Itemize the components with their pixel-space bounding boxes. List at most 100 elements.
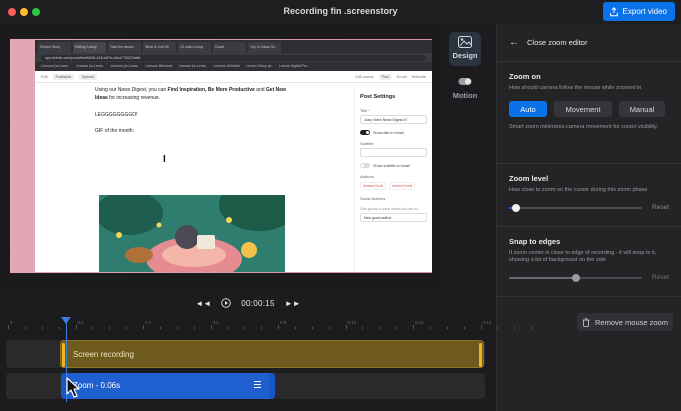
snap-slider[interactable] <box>509 273 643 282</box>
author-chip: Andrew Kozik <box>389 182 416 190</box>
ruler-minor-tick <box>396 327 398 329</box>
ruler-minor-tick <box>446 327 448 329</box>
ruler-tick <box>278 325 279 329</box>
bookmark: Lemon Setup (w.. <box>245 64 274 68</box>
browser-tab: Top 10 Ideas So <box>248 42 281 53</box>
panel-header-title: Close zoom editor <box>527 38 588 47</box>
ruler-minor-tick <box>362 327 364 329</box>
ruler-tick <box>143 325 144 329</box>
export-video-button[interactable]: Export video <box>602 2 675 21</box>
doc-line: GIF of the month: <box>95 128 134 134</box>
ruler-minor-tick <box>531 327 533 329</box>
image-icon <box>458 36 472 48</box>
snap-title: Snap to edges <box>509 237 561 246</box>
show-subtitle-toggle: Show subtitle in email <box>360 163 427 168</box>
ruler-tick <box>480 325 482 329</box>
bookmark: Lemons Behance <box>145 64 173 68</box>
remove-label: Remove mouse zoom <box>595 317 668 327</box>
doc-text: and <box>254 87 266 93</box>
zoom-level-reset[interactable]: Reset <box>652 204 669 211</box>
ruler-tick-label: 0:12 <box>415 320 424 325</box>
zoom-on-desc: How should camera follow the mouse while… <box>509 85 642 91</box>
zoom-level-thumb[interactable] <box>511 203 520 212</box>
zoom-mode-segmented: Auto Movement Manual <box>509 101 669 117</box>
zoom-level-desc: How close to zoom on the cursor during t… <box>509 187 648 193</box>
zoom-on-title: Zoom on <box>509 72 541 81</box>
bookmark: Lemon Digital Pro.. <box>279 64 309 68</box>
ruler-minor-tick <box>109 327 111 329</box>
toggle-icon <box>458 78 472 85</box>
ruler-tick-label: 0:14 <box>482 320 492 325</box>
ruler-minor-tick <box>311 327 313 329</box>
close-zoom-editor-button[interactable]: ← Close zoom editor <box>497 24 681 62</box>
gif-illustration <box>99 195 285 272</box>
editor-tab-email: Email <box>396 74 407 79</box>
zoom-editor-panel: ← Close zoom editor Zoom on How should c… <box>496 24 681 411</box>
ruler-tick <box>345 325 347 329</box>
ruler-minor-tick <box>497 327 499 329</box>
export-label: Export video <box>622 7 667 16</box>
zoom-mode-movement[interactable]: Movement <box>554 101 612 117</box>
address-bar: app.beehiiv.com/posts/ebe8f406-434f-b87b… <box>35 53 432 62</box>
zoom-clip[interactable]: Zoom - 0.06s <box>61 373 275 399</box>
guest-hint: Give guests to credit writers who are no <box>360 207 418 211</box>
author-chip: Andrew Kozik <box>360 182 387 190</box>
timeline-ruler[interactable]: 0 0:2 0:4 0:6 0:8 0:10 0:12 0:14 <box>0 317 533 333</box>
doc-bold: Find Inspiration, Be More Productive <box>167 87 255 93</box>
clip-start-handle[interactable] <box>62 343 65 367</box>
word-count: 106 words <box>355 74 374 79</box>
trash-icon <box>582 317 590 327</box>
play-icon[interactable] <box>221 298 231 308</box>
bookmark: Lemons (w-Lems.. <box>41 64 70 68</box>
video-preview[interactable]: Screen Story Editing 'Lately' Take the a… <box>0 24 445 289</box>
ruler-minor-tick <box>227 327 229 329</box>
screen-recording-clip[interactable]: Screen recording <box>60 340 484 368</box>
zoom-end-handle[interactable] <box>269 373 275 399</box>
app-window: Recording fin .screenstory Export video … <box>0 0 681 411</box>
doc-text: Using our News Digest, you can <box>95 87 168 93</box>
bookmarks-bar: Lemons (w-Lems.. Lemons (w-Lems.. Lemons… <box>35 62 432 71</box>
toggle-on <box>360 130 370 135</box>
doc-line: LEGGGGGGGGO! <box>95 112 138 118</box>
doc-text: for increasing revenue. <box>107 95 161 101</box>
ruler-minor-tick <box>379 327 381 329</box>
editor-mode-rail: Design Motion <box>445 24 485 289</box>
snap-reset[interactable]: Reset <box>652 274 669 281</box>
zoom-clip-menu-icon[interactable] <box>254 381 261 389</box>
snap-desc: If zoom center is close to edge of recor… <box>509 250 657 263</box>
mouse-pointer-icon <box>66 377 80 398</box>
clip-end-handle[interactable] <box>479 343 482 367</box>
ruler-tick-label: 0:10 <box>347 320 357 325</box>
design-mode-button[interactable]: Design <box>449 32 481 66</box>
zoom-on-note: Smart zoom minimizes camera movement for… <box>509 124 659 130</box>
subtitle-field <box>360 148 427 157</box>
ruler-minor-tick <box>294 327 296 329</box>
title-label: Title * <box>360 108 371 113</box>
playback-time: 00:00:15 <box>241 298 275 308</box>
toggle-off <box>360 163 370 168</box>
ruler-minor-tick <box>41 327 43 329</box>
subtitle-label: Subtitle <box>360 141 374 146</box>
fast-forward-icon[interactable]: ►► <box>285 299 301 308</box>
ruler-tick <box>75 325 77 329</box>
zoom-mode-manual[interactable]: Manual <box>619 101 665 117</box>
zoom-level-slider[interactable] <box>509 203 643 212</box>
ruler-minor-tick <box>126 327 128 329</box>
synced-badge: Synced <box>79 73 97 80</box>
ruler-minor-tick <box>159 327 161 329</box>
editor-toolbar: Exit Published Synced 106 words Post Ema… <box>35 71 432 83</box>
ruler-minor-tick <box>58 327 60 329</box>
zoom-clip-label: Zoom - 0.06s <box>73 381 121 390</box>
browser-tab: What is Curl Mi <box>143 42 176 53</box>
rewind-icon[interactable]: ◄◄ <box>195 299 211 308</box>
back-arrow-icon: ← <box>509 37 519 48</box>
snap-thumb[interactable] <box>571 273 580 282</box>
remove-mouse-zoom-button[interactable]: Remove mouse zoom <box>577 313 673 331</box>
bookmark: Lemons (w-Lems.. <box>75 64 105 68</box>
doc-paragraph: Using our News Digest, you can Find Insp… <box>95 86 295 102</box>
post-settings-panel: Post Settings Title * Juicy Video News D… <box>354 86 432 272</box>
zoom-mode-auto[interactable]: Auto <box>509 101 547 117</box>
title-bar: Recording fin .screenstory Export video <box>0 0 681 24</box>
motion-mode-button[interactable]: Motion <box>449 72 481 106</box>
design-label: Design <box>452 51 478 60</box>
